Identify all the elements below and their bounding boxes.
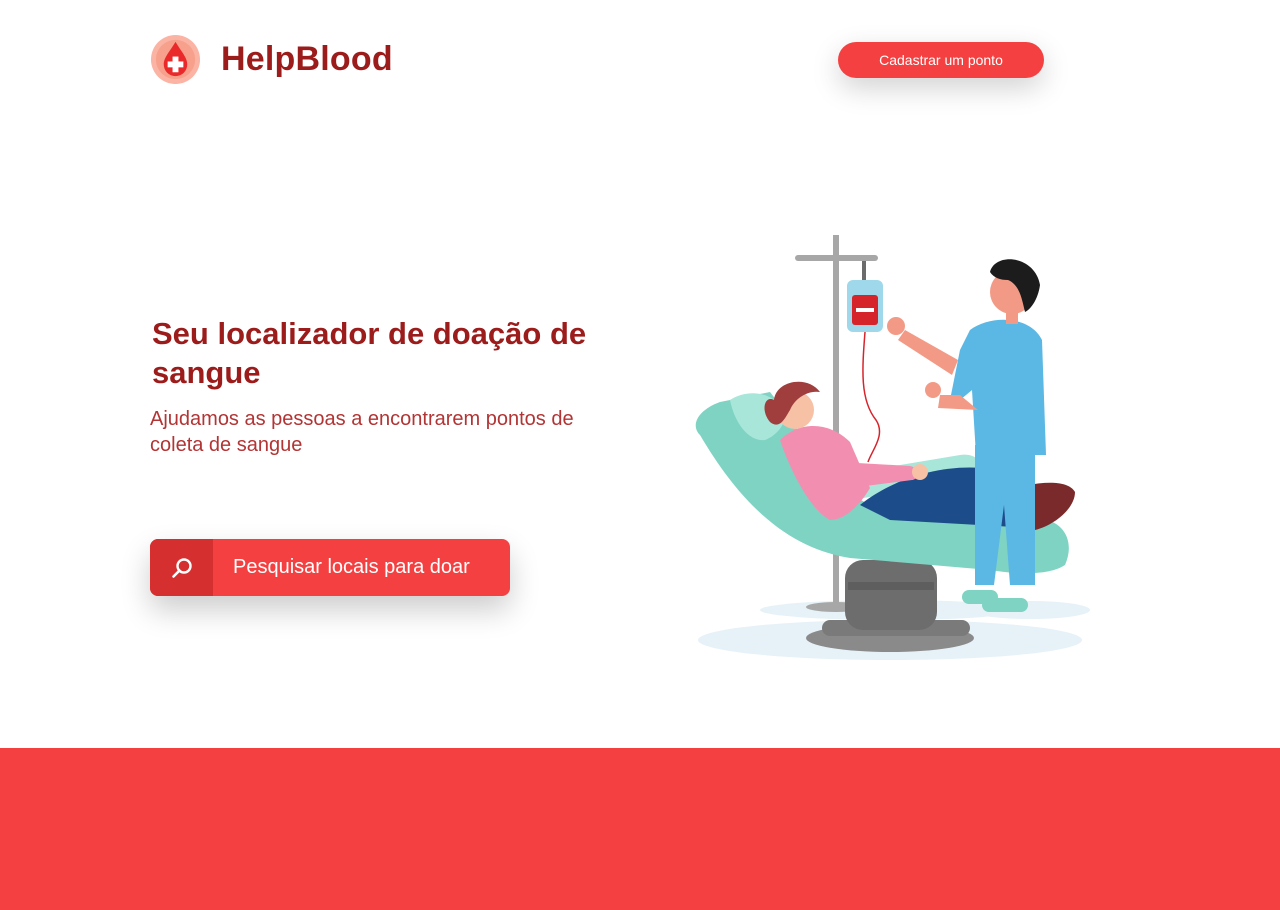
register-point-button[interactable]: Cadastrar um ponto	[838, 42, 1044, 78]
search-icon-box	[150, 539, 213, 596]
hero-title: Seu localizador de doação de sangue	[152, 316, 587, 390]
blood-drop-cross-icon	[150, 34, 201, 84]
hero-subtitle: Ajudamos as pessoas a encontrarem pontos…	[150, 408, 574, 456]
blood-donation-illustration	[695, 235, 1090, 660]
footer-band	[0, 748, 1280, 910]
search-label: Pesquisar locais para doar	[233, 556, 470, 578]
brand-name: HelpBlood	[221, 39, 393, 78]
logo[interactable]: HelpBlood	[150, 33, 400, 85]
header: HelpBlood Cadastrar um ponto	[0, 0, 1280, 120]
search-icon	[171, 557, 192, 578]
search-locations-button[interactable]: Pesquisar locais para doar	[150, 539, 510, 596]
